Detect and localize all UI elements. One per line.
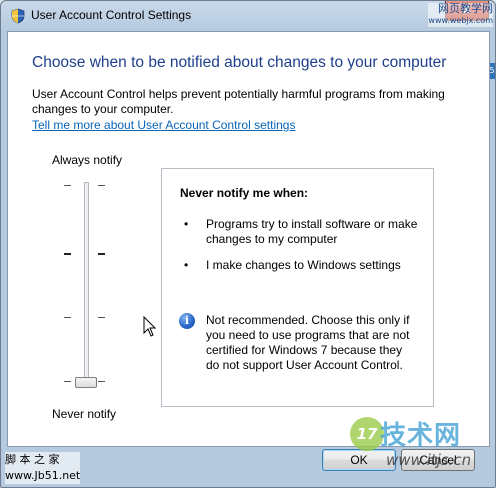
slider-thumb[interactable] xyxy=(75,377,97,388)
warning-note: Not recommended. Choose this only if you… xyxy=(206,313,410,372)
learn-more-link[interactable]: Tell me more about User Account Control … xyxy=(32,118,295,132)
slider-tick xyxy=(98,381,105,382)
slider-tick xyxy=(98,185,105,186)
window-title: User Account Control Settings xyxy=(31,8,192,22)
watermark-top-right: 网页教学网 www.webjx.com xyxy=(428,2,493,27)
slider-bottom-label: Never notify xyxy=(52,407,117,421)
watermark-bottom-left: 脚 本 之 家 www.Jb51.net xyxy=(5,452,81,484)
page-heading: Choose when to be notified about changes… xyxy=(32,54,447,71)
slider-tick xyxy=(64,253,71,255)
slider-top-label: Always notify xyxy=(52,153,123,167)
description-text: User Account Control helps prevent poten… xyxy=(32,87,445,116)
bullet-item: Programs try to install software or make… xyxy=(206,217,418,246)
mouse-cursor-icon xyxy=(143,316,157,337)
notify-level-slider[interactable] xyxy=(62,182,112,388)
info-icon: i xyxy=(179,313,195,329)
slider-tick xyxy=(64,317,71,318)
slider-tick xyxy=(98,253,105,255)
slider-tick xyxy=(98,317,105,318)
cancel-button[interactable]: Cancel xyxy=(401,449,475,471)
uac-shield-icon xyxy=(10,8,26,24)
content-panel: Choose when to be notified about changes… xyxy=(7,31,490,447)
bullet-dot: • xyxy=(184,258,189,272)
slider-tick xyxy=(64,185,71,186)
info-title: Never notify me when: xyxy=(180,186,309,200)
ok-button[interactable]: OK xyxy=(322,449,396,471)
uac-settings-window: User Account Control Settings x 网页教学网 ww… xyxy=(0,0,496,488)
bullet-dot: • xyxy=(184,217,189,231)
title-bar[interactable]: User Account Control Settings x xyxy=(1,1,495,31)
bullet-item: I make changes to Windows settings xyxy=(206,258,401,272)
slider-track[interactable] xyxy=(84,182,89,384)
slider-tick xyxy=(64,381,71,382)
info-box: Never notify me when: • Programs try to … xyxy=(161,168,434,407)
